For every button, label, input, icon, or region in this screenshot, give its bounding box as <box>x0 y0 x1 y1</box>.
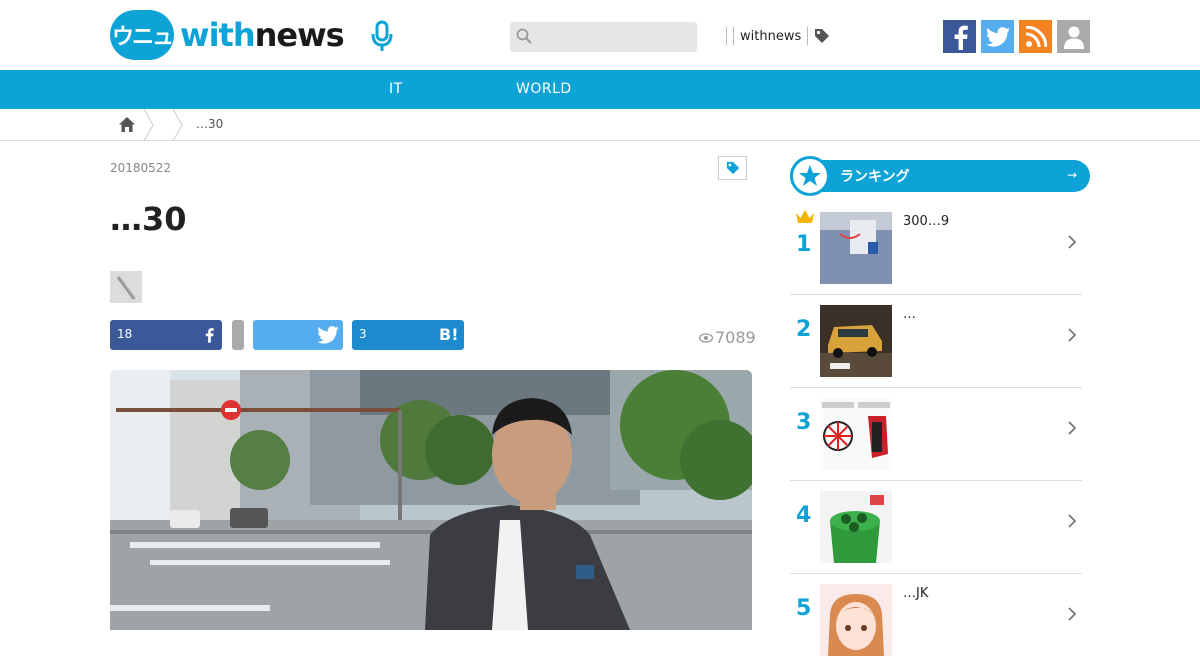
ranking-item-title: … <box>903 307 916 322</box>
crown-icon <box>796 210 814 223</box>
chevron-right-icon <box>1068 328 1076 342</box>
rank-number: 3 <box>796 410 812 435</box>
ranking-header[interactable]: ランキング → <box>790 156 1090 196</box>
microphone-icon[interactable] <box>369 20 395 52</box>
ranking-item-2[interactable]: 2 … <box>790 295 1082 388</box>
view-count-value: 7089 <box>715 328 756 347</box>
star-icon <box>799 165 821 186</box>
divider <box>726 27 727 45</box>
tag-icon[interactable] <box>814 28 830 44</box>
hatena-icon: B! <box>439 325 459 344</box>
withnews-link[interactable]: withnews <box>740 29 801 44</box>
rss-button[interactable] <box>1019 20 1052 53</box>
author-avatar[interactable] <box>110 271 142 303</box>
twitter-share-button[interactable] <box>253 320 343 350</box>
facebook-icon <box>954 25 968 50</box>
chevron-right-icon <box>1068 235 1076 249</box>
main-nav: IT WORLD <box>0 70 1200 109</box>
ranking-item-4[interactable]: 4 <box>790 481 1082 574</box>
breadcrumb-current: …30 <box>196 117 224 131</box>
twitter-button[interactable] <box>981 20 1014 53</box>
chevron-right-icon <box>172 109 183 141</box>
view-count: 7089 <box>699 328 756 347</box>
site-header: ウニュ withnews withnews <box>0 0 1200 70</box>
search-input[interactable] <box>538 22 693 52</box>
header-links: withnews <box>720 26 830 46</box>
home-icon[interactable] <box>119 117 135 132</box>
nav-item-it[interactable]: IT <box>389 81 403 97</box>
logo-with: with <box>180 16 256 54</box>
ranking-item-title: …JK <box>903 586 929 601</box>
twitter-icon <box>985 26 1010 47</box>
chevron-right-icon <box>1068 421 1076 435</box>
tag-button[interactable] <box>718 156 747 180</box>
rank-number: 5 <box>796 596 812 621</box>
twitter-icon <box>317 326 339 344</box>
rank-number: 1 <box>796 232 812 257</box>
article-title: …30 <box>110 200 187 238</box>
facebook-icon <box>205 328 214 343</box>
chevron-right-icon <box>1068 607 1076 621</box>
logo-news: news <box>254 16 345 54</box>
facebook-share-button[interactable]: 18 <box>110 320 222 350</box>
ranking-item-5[interactable]: 5 …JK <box>790 574 1082 667</box>
logo-mark: ウニュ <box>110 10 174 60</box>
ranking-thumbnail <box>820 491 892 563</box>
chevron-right-icon <box>1068 514 1076 528</box>
user-icon <box>1063 26 1084 49</box>
account-button[interactable] <box>1057 20 1090 53</box>
nav-item-world[interactable]: WORLD <box>516 81 572 97</box>
ranking-thumbnail <box>820 212 892 284</box>
ranking-item-1[interactable]: 1 300…9 <box>790 202 1082 295</box>
site-logo[interactable]: ウニュ withnews <box>110 10 345 60</box>
search-icon[interactable] <box>516 28 532 44</box>
hatena-share-count: 3 <box>359 327 367 341</box>
line-share-button[interactable] <box>232 320 244 350</box>
eye-icon <box>699 332 713 343</box>
arrow-right-icon: → <box>1067 168 1078 182</box>
rss-icon <box>1025 25 1047 47</box>
star-icon-badge <box>790 156 830 196</box>
ranking-thumbnail <box>820 584 892 656</box>
ranking-title: ランキング <box>840 169 910 185</box>
tag-icon <box>726 161 739 175</box>
article-hero-image <box>110 370 752 630</box>
search-box <box>510 22 697 52</box>
logo-wordmark: withnews <box>180 16 345 54</box>
breadcrumb: …30 <box>0 109 1200 141</box>
ranking-thumbnail <box>820 398 892 470</box>
ranking-item-title: 300…9 <box>903 214 950 229</box>
divider <box>733 27 734 45</box>
facebook-button[interactable] <box>943 20 976 53</box>
article-date: 20180522 <box>110 161 172 175</box>
ranking-item-3[interactable]: 3 <box>790 388 1082 481</box>
rank-number: 4 <box>796 503 812 528</box>
divider <box>807 27 809 45</box>
hatena-share-button[interactable]: 3 B! <box>352 320 464 350</box>
ranking-thumbnail <box>820 305 892 377</box>
chevron-right-icon <box>143 109 154 141</box>
facebook-share-count: 18 <box>117 327 133 341</box>
rank-number: 2 <box>796 317 812 342</box>
